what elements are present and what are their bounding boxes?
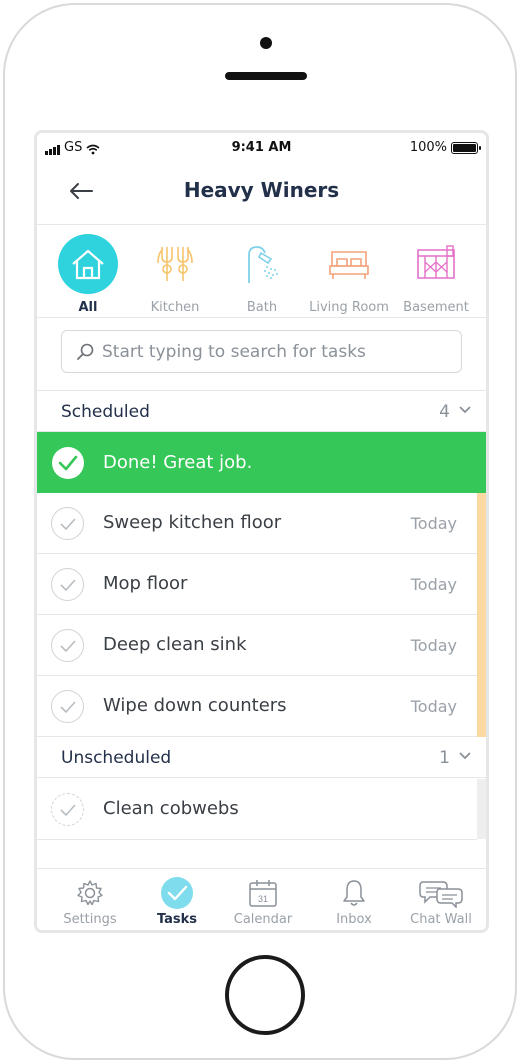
tab-calendar[interactable]: 31 Calendar [218,875,308,927]
category-living-room[interactable]: Living Room [303,234,395,315]
section-count: 4 [439,402,450,422]
task-row[interactable]: Sweep kitchen floor Today [37,493,477,554]
task-checkbox[interactable] [51,690,84,723]
tab-settings[interactable]: Settings [45,875,135,927]
camera-dot [260,37,272,49]
house-icon [72,249,104,280]
done-banner: Done! Great job. [37,432,486,493]
task-checkbox[interactable] [51,629,84,662]
check-icon [52,447,84,479]
category-kitchen[interactable]: Kitchen [129,234,221,315]
nav-header: Heavy Winers [37,161,486,225]
calendar-day: 31 [258,894,268,904]
status-bar: GS 9:41 AM 100% [37,133,486,161]
calendar-icon: 31 [249,880,277,907]
tab-chat-wall[interactable]: Chat Wall [396,875,486,927]
search-input[interactable]: Start typing to search for tasks [61,330,462,373]
check-icon [59,578,76,591]
category-bath[interactable]: Bath [216,234,308,315]
task-name: Wipe down counters [103,695,287,716]
task-row[interactable]: Deep clean sink Today [37,615,477,676]
unscheduled-section-header[interactable]: Unscheduled 1 [37,738,486,778]
task-name: Mop floor [103,573,188,594]
utensils-icon [157,247,193,281]
chevron-down-icon [459,752,471,760]
category-label: Basement [403,300,469,315]
bed-icon [329,251,369,279]
category-label: Living Room [309,300,389,315]
task-checkbox[interactable] [51,793,84,826]
battery-percent: 100% [409,140,447,155]
battery-icon [451,141,481,154]
task-name: Clean cobwebs [103,798,239,819]
chevron-down-icon [459,406,471,414]
section-title: Scheduled [61,402,150,422]
check-icon [59,700,76,713]
basement-icon [417,245,455,279]
task-due: Today [410,575,457,594]
check-icon [59,517,76,530]
tab-label: Tasks [156,912,198,927]
task-row[interactable]: Wipe down counters Today [37,676,477,737]
tab-label: Settings [63,912,117,927]
task-checkbox[interactable] [51,568,84,601]
shower-icon [248,246,278,283]
category-label: All [78,300,98,315]
done-message: Done! Great job. [103,452,253,473]
category-label: Bath [246,300,278,315]
search-placeholder: Start typing to search for tasks [102,341,366,362]
gear-icon [77,880,103,906]
tab-tasks[interactable]: Tasks [132,875,222,927]
tab-label: Calendar [233,912,293,927]
check-icon [59,803,76,816]
search-bar: Start typing to search for tasks [37,319,486,391]
home-button[interactable] [225,955,305,1035]
task-name: Sweep kitchen floor [103,512,282,533]
task-due: Today [410,636,457,655]
category-all[interactable]: All [42,234,134,315]
bell-icon [343,880,365,906]
task-checkbox[interactable] [51,507,84,540]
scheduled-section-header[interactable]: Scheduled 4 [37,392,486,432]
unscheduled-indicator-strip [477,779,486,839]
check-circle-icon [161,877,193,909]
tab-inbox[interactable]: Inbox [309,875,399,927]
section-count: 1 [439,748,450,768]
app-screen: GS 9:41 AM 100% Heavy Winers All Kitchen… [34,130,489,933]
category-basement[interactable]: Basement [390,234,482,315]
category-filter: All Kitchen Bath Living Room Basement [37,226,486,318]
task-due: Today [410,697,457,716]
section-title: Unscheduled [61,748,172,768]
tab-label: Inbox [336,912,372,927]
category-label: Kitchen [150,300,200,315]
check-icon [59,639,76,652]
tab-bar: Settings Tasks 31 Calendar Inbox Chat Wa… [37,868,486,930]
search-icon [77,343,94,360]
task-due: Today [410,514,457,533]
task-name: Deep clean sink [103,634,247,655]
task-row[interactable]: Clean cobwebs [37,779,477,840]
chat-bubbles-icon [419,881,463,908]
scheduled-indicator-strip [477,493,486,737]
tab-label: Chat Wall [410,912,472,927]
speaker-grille [225,72,307,80]
task-row[interactable]: Mop floor Today [37,554,477,615]
page-title: Heavy Winers [183,178,340,202]
